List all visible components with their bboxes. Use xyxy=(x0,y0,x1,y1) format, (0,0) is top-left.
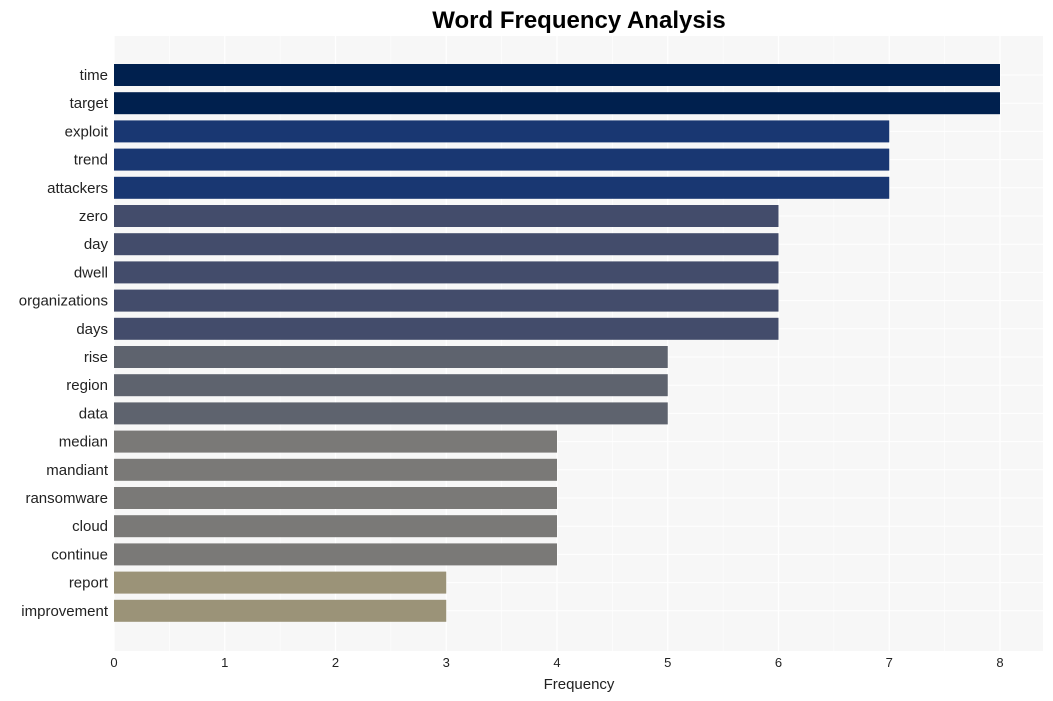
y-tick-label: organizations xyxy=(19,293,108,310)
x-tick-label: 7 xyxy=(886,655,893,670)
bar-attackers xyxy=(114,176,890,199)
x-axis-label: Frequency xyxy=(544,676,615,693)
x-tick-label: 4 xyxy=(553,655,560,670)
y-tick-label: attackers xyxy=(47,180,108,197)
y-tick-label: time xyxy=(80,67,108,84)
bar-time xyxy=(114,64,1000,86)
bar-report xyxy=(114,571,447,594)
y-tick-label: trend xyxy=(74,152,108,169)
x-tick-label: 0 xyxy=(110,655,117,670)
bar-trend xyxy=(114,148,890,171)
y-tick-label: data xyxy=(79,405,109,422)
bar-region xyxy=(114,374,668,397)
x-tick-label: 1 xyxy=(221,655,228,670)
x-axis-ticks: 0 1 2 3 4 5 6 7 8 xyxy=(110,655,1003,670)
bar-day xyxy=(114,233,779,256)
bar-mandiant xyxy=(114,458,557,481)
y-tick-label: zero xyxy=(79,208,108,225)
x-tick-label: 3 xyxy=(443,655,450,670)
bar-target xyxy=(114,92,1000,115)
word-frequency-chart: time target exploit trend attackers zero day dw… xyxy=(19,7,1043,693)
bar-days xyxy=(114,317,779,340)
y-tick-label: target xyxy=(70,95,109,112)
y-tick-label: median xyxy=(59,434,108,451)
bar-continue xyxy=(114,543,557,566)
bar-dwell xyxy=(114,261,779,284)
y-tick-label: ransomware xyxy=(25,490,108,507)
x-tick-label: 2 xyxy=(332,655,339,670)
y-tick-label: days xyxy=(76,321,108,338)
bar-organizations xyxy=(114,289,779,312)
bar-zero xyxy=(114,205,779,227)
x-tick-label: 6 xyxy=(775,655,782,670)
y-tick-label: rise xyxy=(84,349,108,366)
y-tick-label: cloud xyxy=(72,518,108,535)
y-tick-label: continue xyxy=(51,546,108,563)
y-tick-label: region xyxy=(66,377,108,394)
bar-data xyxy=(114,402,668,425)
bar-rise xyxy=(114,346,668,368)
x-tick-label: 5 xyxy=(664,655,671,670)
y-tick-label: dwell xyxy=(74,264,108,281)
y-tick-label: improvement xyxy=(21,603,109,620)
x-tick-label: 8 xyxy=(996,655,1003,670)
bar-exploit xyxy=(114,120,890,143)
y-tick-label: mandiant xyxy=(46,462,109,479)
bar-improvement xyxy=(114,599,447,622)
y-tick-label: day xyxy=(84,236,109,253)
bar-ransomware xyxy=(114,487,557,509)
bar-cloud xyxy=(114,515,557,538)
bar-median xyxy=(114,430,557,453)
y-tick-label: exploit xyxy=(65,123,109,140)
y-tick-label: report xyxy=(69,575,109,592)
y-axis-labels: time target exploit trend attackers zero day dw… xyxy=(19,67,109,620)
chart-title: Word Frequency Analysis xyxy=(432,7,725,34)
